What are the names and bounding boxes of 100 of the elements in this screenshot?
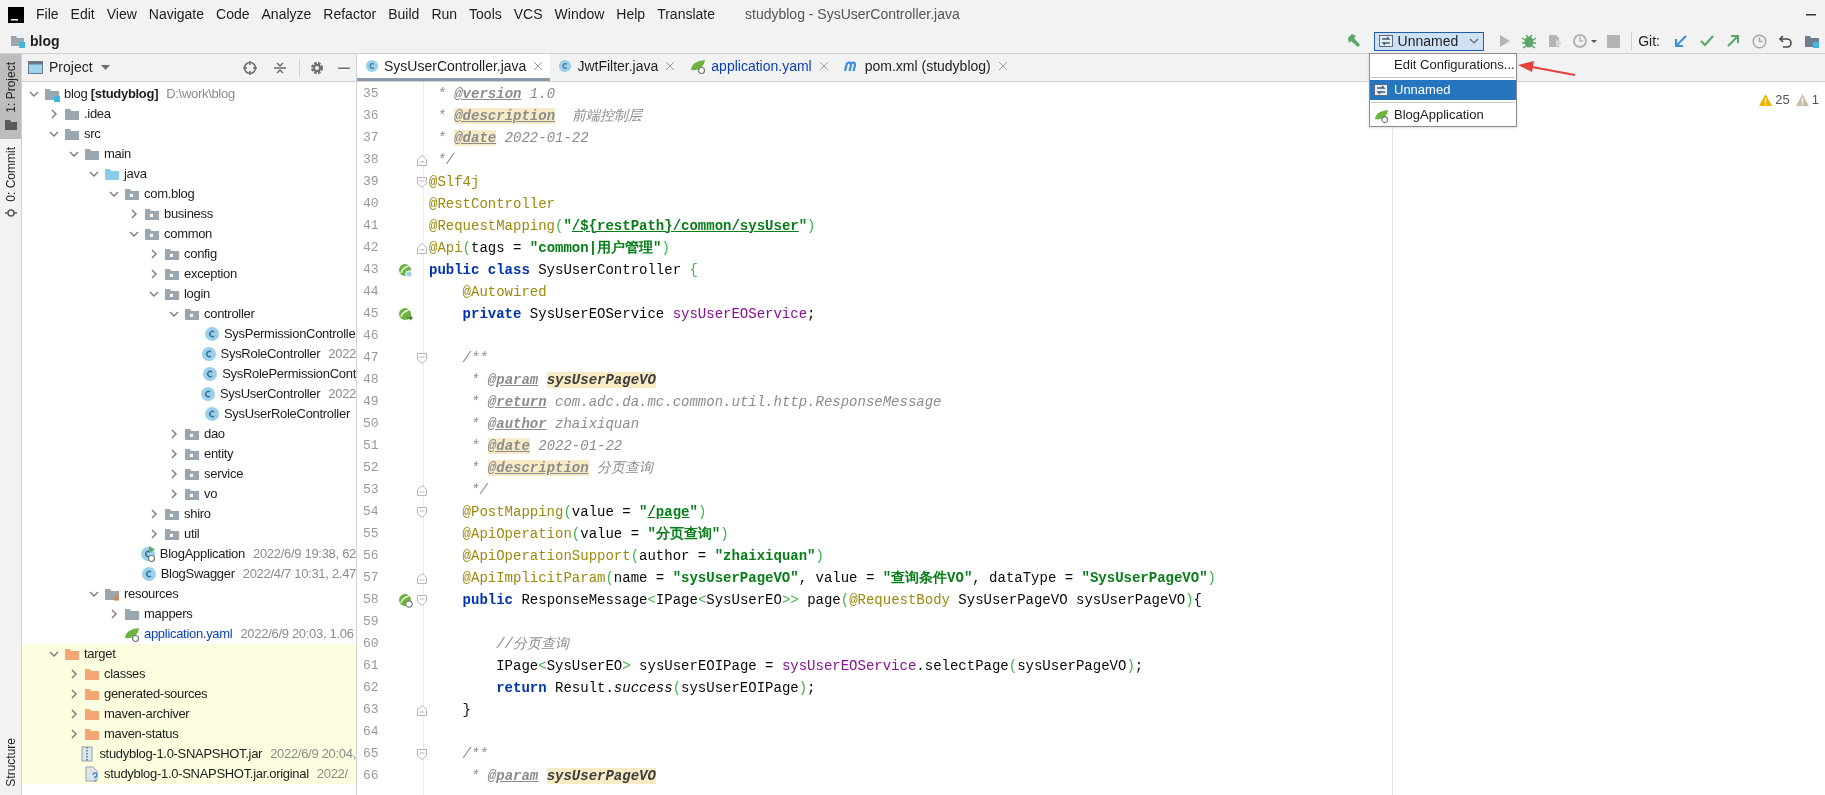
tree-item[interactable]: studyblog-1.0-SNAPSHOT.jar 2022/6/9 20:04, — [22, 744, 356, 764]
chevron-down-icon[interactable] — [69, 149, 79, 159]
folder-name[interactable]: resources — [124, 584, 179, 604]
locate-icon[interactable] — [243, 60, 257, 75]
file-name[interactable]: BlogApplication — [159, 544, 245, 564]
folder-name[interactable]: dao — [204, 424, 225, 444]
endpoint-icon[interactable] — [397, 592, 413, 608]
close-icon[interactable] — [998, 62, 1007, 70]
file-name[interactable]: SysPermissionControlle — [224, 324, 356, 344]
menu-item[interactable]: VCS — [507, 4, 549, 25]
chevron-down-icon[interactable] — [129, 229, 139, 239]
tree-item[interactable]: generated-sources — [22, 684, 356, 704]
chevron-right-icon[interactable] — [169, 469, 179, 479]
folder-name[interactable]: .idea — [84, 104, 111, 124]
settings-icon[interactable] — [310, 60, 324, 75]
folder-name[interactable]: com.blog — [144, 184, 195, 204]
arrow-up-right-icon[interactable] — [1726, 34, 1740, 48]
file-name[interactable]: SysUserController — [219, 384, 321, 404]
folder-name[interactable]: util — [184, 524, 200, 544]
tool-window-tab[interactable]: Structure — [0, 730, 21, 795]
folder-name[interactable]: classes — [104, 664, 146, 684]
project-view-dropdown[interactable]: Project — [49, 57, 110, 78]
chevron-right-icon[interactable] — [49, 109, 59, 119]
chevron-right-icon[interactable] — [69, 729, 79, 739]
bean-icon[interactable] — [397, 262, 413, 278]
chevron-right-icon[interactable] — [109, 609, 119, 619]
menu-item[interactable]: BlogApplication — [1370, 105, 1516, 125]
folder-name[interactable]: common — [164, 224, 213, 244]
folder-name[interactable]: maven-archiver — [104, 704, 190, 724]
menu-item[interactable]: Window — [548, 4, 611, 25]
chevron-right-icon[interactable] — [149, 249, 159, 259]
editor-tab[interactable]: SysUserController.java — [357, 54, 551, 81]
file-name[interactable]: SysUserRoleController — [224, 404, 350, 424]
chevron-down-icon[interactable] — [29, 89, 39, 99]
bean-icon[interactable] — [397, 306, 413, 322]
folder-name[interactable]: shiro — [184, 504, 211, 524]
menu-item[interactable]: Edit Configurations... — [1370, 55, 1516, 75]
tree-item[interactable]: studyblog-1.0-SNAPSHOT.jar.original 2022/ — [22, 764, 356, 784]
menu-item[interactable]: Run — [425, 4, 464, 25]
breadcrumb-item[interactable]: blog — [30, 30, 60, 52]
menu-item[interactable]: View — [100, 4, 143, 25]
chevron-down-icon[interactable] — [89, 169, 99, 179]
menu-item[interactable]: Tools — [463, 4, 508, 25]
menu-item[interactable]: Help — [610, 4, 652, 25]
chevron-down-icon[interactable] — [89, 589, 99, 599]
file-name[interactable]: SysRolePermissionCont — [222, 364, 356, 384]
undo-icon[interactable] — [1779, 34, 1793, 48]
chevron-down-icon[interactable] — [169, 309, 179, 319]
menu-item[interactable]: Analyze — [255, 4, 318, 25]
file-name[interactable]: studyblog-1.0-SNAPSHOT.jar — [99, 744, 263, 764]
folder-name[interactable]: entity — [204, 444, 234, 464]
menu-item[interactable]: Refactor — [317, 4, 383, 25]
chevron-right-icon[interactable] — [149, 529, 159, 539]
tree-item[interactable]: maven-archiver — [22, 704, 356, 724]
chevron-right-icon[interactable] — [149, 269, 159, 279]
file-name[interactable]: studyblog-1.0-SNAPSHOT.jar.original — [104, 764, 309, 784]
run-config-dropdown[interactable]: Unnamed — [1373, 31, 1485, 51]
file-name[interactable]: BlogSwagger — [160, 564, 235, 584]
tree-item[interactable]: maven-status — [22, 724, 356, 744]
chevron-down-icon[interactable] — [49, 649, 59, 659]
menu-item[interactable]: Build — [382, 4, 426, 25]
chevron-right-icon[interactable] — [69, 669, 79, 679]
tree-item[interactable]: classes — [22, 664, 356, 684]
folder-icon[interactable] — [1805, 34, 1819, 48]
chevron-right-icon[interactable] — [169, 449, 179, 459]
editor-tab[interactable]: JwtFilter.java — [550, 54, 683, 81]
arrow-down-left-icon[interactable] — [1674, 34, 1688, 48]
folder-name[interactable]: java — [124, 164, 147, 184]
file-name[interactable]: application.yaml — [144, 624, 233, 644]
folder-name[interactable]: blog [studyblog] — [64, 84, 159, 104]
collapse-all-icon[interactable] — [273, 60, 287, 75]
tool-window-tab[interactable]: 0: Commit — [0, 138, 21, 228]
folder-name[interactable]: generated-sources — [104, 684, 208, 704]
folder-name[interactable]: config — [184, 244, 217, 264]
chevron-right-icon[interactable] — [169, 429, 179, 439]
chevron-right-icon[interactable] — [149, 509, 159, 519]
check-icon[interactable] — [1700, 34, 1714, 48]
chevron-right-icon[interactable] — [169, 489, 179, 499]
menu-item[interactable]: Unnamed — [1370, 80, 1516, 100]
folder-name[interactable]: maven-status — [104, 724, 179, 744]
chevron-right-icon[interactable] — [129, 209, 139, 219]
chevron-down-icon[interactable] — [149, 289, 159, 299]
folder-name[interactable]: main — [104, 144, 131, 164]
hammer-icon[interactable] — [1345, 33, 1362, 49]
tool-window-tab[interactable]: 1: Project — [0, 54, 21, 139]
menu-item[interactable]: Code — [210, 4, 256, 25]
folder-name[interactable]: business — [164, 204, 213, 224]
menu-item[interactable]: Translate — [651, 4, 721, 25]
editor-tab[interactable]: pom.xml (studyblog) — [835, 54, 1015, 81]
folder-name[interactable]: exception — [184, 264, 237, 284]
close-icon[interactable] — [534, 62, 543, 70]
close-icon[interactable] — [666, 62, 675, 70]
folder-name[interactable]: service — [204, 464, 244, 484]
file-name[interactable]: SysRoleController — [220, 344, 321, 364]
menu-item[interactable]: Navigate — [142, 4, 211, 25]
chevron-down-icon[interactable] — [49, 129, 59, 139]
folder-name[interactable]: target — [84, 644, 116, 664]
editor-tab[interactable]: application.yaml — [682, 54, 836, 81]
tree-item[interactable]: target — [22, 644, 356, 664]
clock-icon[interactable] — [1752, 33, 1767, 49]
